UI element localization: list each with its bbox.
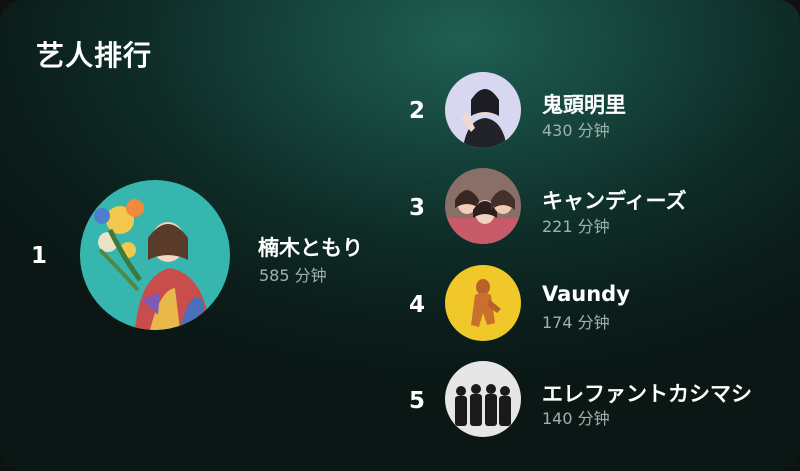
rank-number: 3 bbox=[408, 195, 425, 221]
artist-photo-group-trio-icon bbox=[445, 168, 521, 244]
listening-minutes: 430 分钟 bbox=[542, 121, 610, 140]
rank-number: 1 bbox=[30, 243, 47, 269]
listening-minutes: 221 分钟 bbox=[542, 217, 610, 236]
artist-avatar-5[interactable] bbox=[445, 361, 521, 437]
artist-avatar-4[interactable] bbox=[445, 265, 521, 341]
rank-number: 4 bbox=[408, 292, 425, 318]
artist-photo-portrait-icon bbox=[445, 72, 521, 148]
artist-name: キャンディーズ bbox=[542, 189, 687, 213]
artist-name: 楠木ともり bbox=[258, 236, 363, 260]
artist-photo-flowers-icon bbox=[80, 180, 230, 330]
listening-minutes: 140 分钟 bbox=[542, 409, 610, 428]
rank-number: 5 bbox=[408, 388, 425, 414]
artist-name: エレファントカシマシ bbox=[542, 382, 752, 406]
card-title: 艺人排行 bbox=[36, 39, 153, 72]
artist-avatar-1[interactable] bbox=[80, 180, 230, 330]
listening-minutes: 585 分钟 bbox=[259, 266, 327, 285]
artist-ranking-card: 艺人排行 1 楠木ともり 585 分钟 2 鬼頭明里 430 分钟 3 キャンデ… bbox=[0, 0, 800, 471]
rank-number: 2 bbox=[408, 98, 425, 124]
listening-minutes: 174 分钟 bbox=[542, 313, 610, 332]
artist-name: Vaundy bbox=[542, 282, 630, 306]
artist-photo-band-bw-icon bbox=[445, 361, 521, 437]
artist-avatar-2[interactable] bbox=[445, 72, 521, 148]
artist-photo-yellow-icon bbox=[445, 265, 521, 341]
artist-name: 鬼頭明里 bbox=[542, 93, 626, 117]
artist-avatar-3[interactable] bbox=[445, 168, 521, 244]
